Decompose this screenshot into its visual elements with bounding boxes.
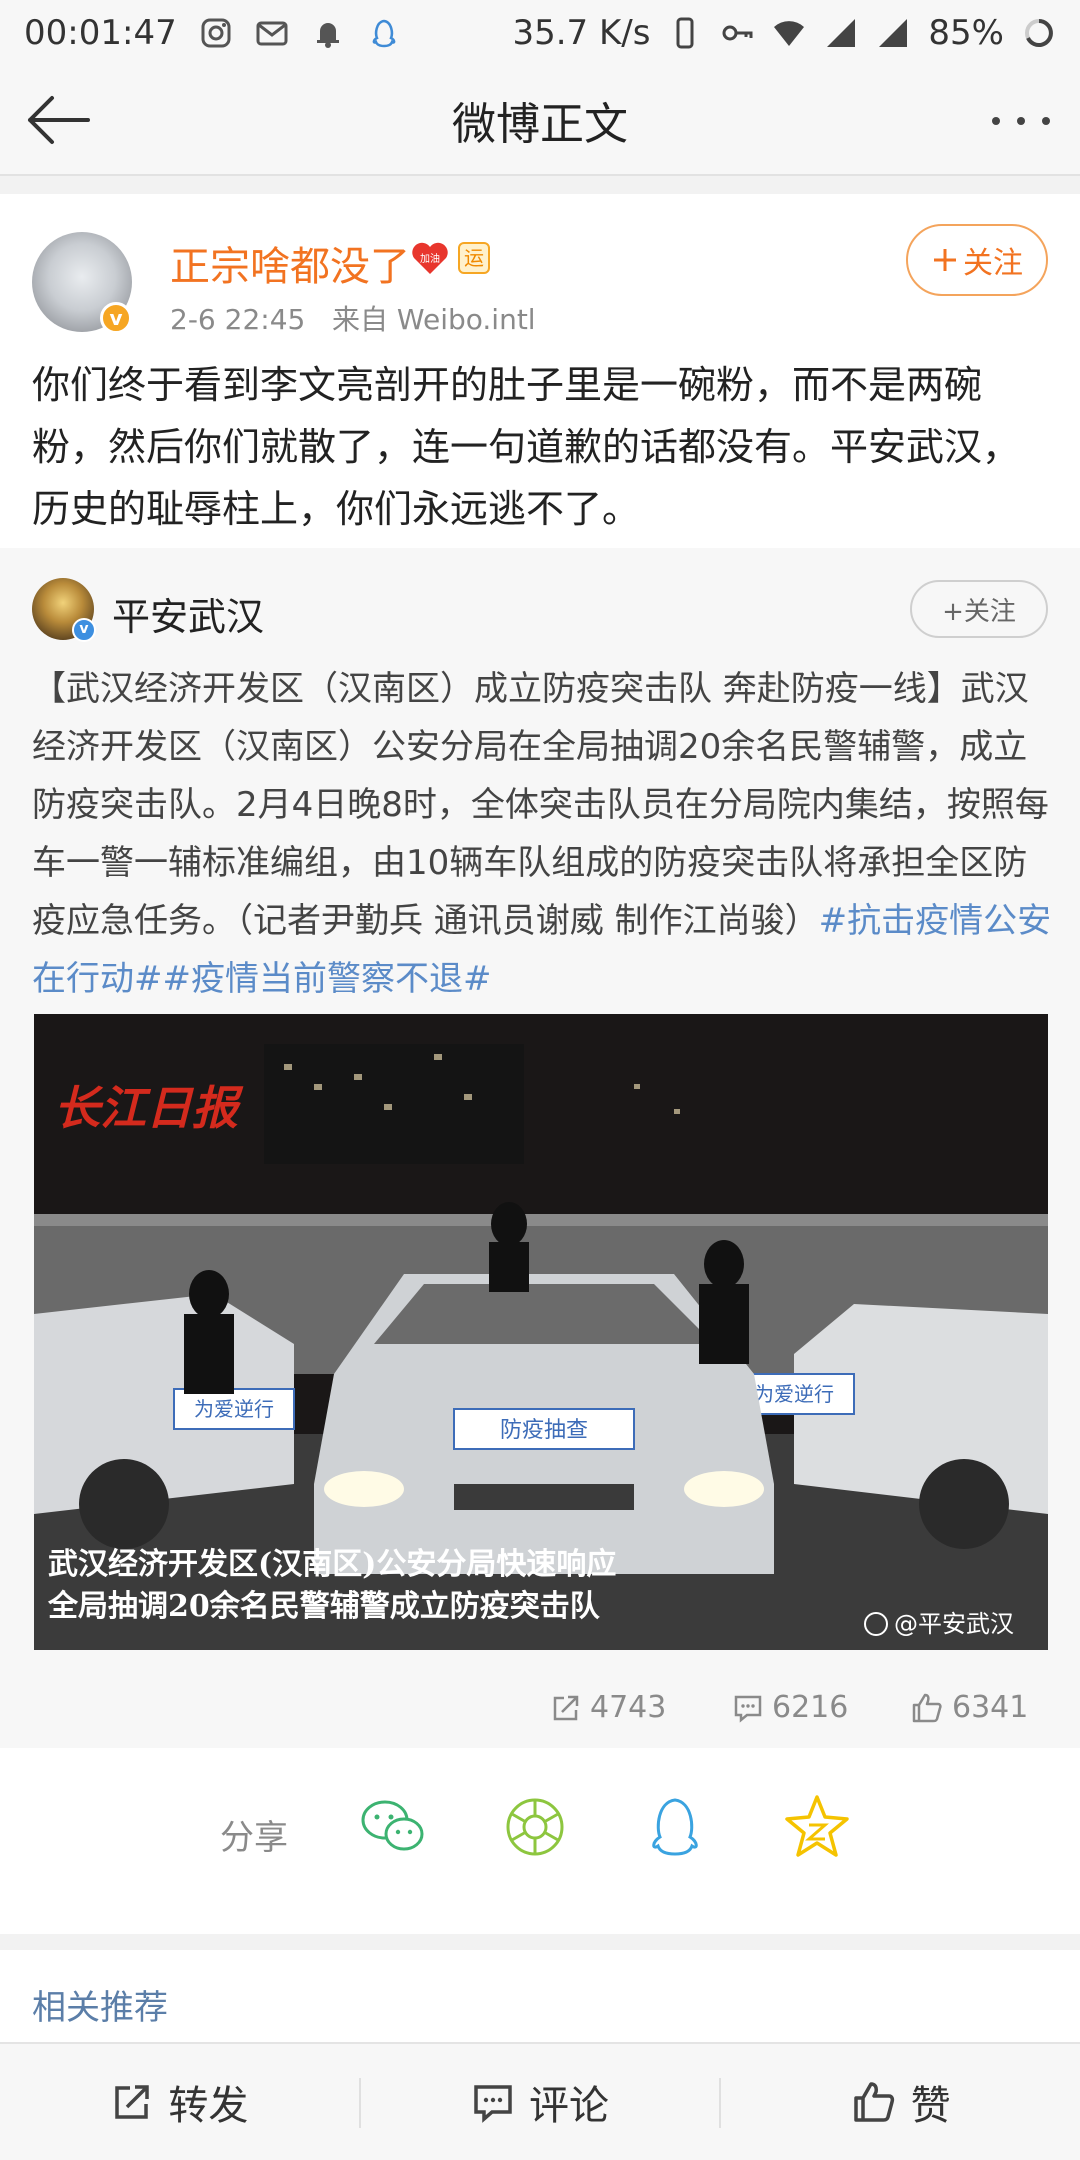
qq-icon xyxy=(372,19,396,48)
vpn-key-icon xyxy=(722,25,753,41)
thumbs-up-icon xyxy=(912,1693,942,1722)
repost-count[interactable]: 4743 xyxy=(550,1690,666,1725)
like-tab-label: 赞 xyxy=(910,2083,951,2129)
back-arrow-icon[interactable] xyxy=(24,90,94,150)
repost-username[interactable]: 平安武汉 xyxy=(112,586,264,641)
repost-stats: 4743 6216 6341 xyxy=(0,1680,1080,1740)
share-panel: 分享 xyxy=(0,1748,1080,1934)
instagram-icon xyxy=(201,18,231,48)
post-time: 2-6 22:45 xyxy=(170,303,306,336)
video-thumbnail[interactable]: 为爱逆行 为爱逆行 防疫抽查 长江日报 武汉经济开发区(汉南区)公安分局快速响应… xyxy=(34,1014,1048,1650)
like-count[interactable]: 6341 xyxy=(910,1690,1028,1725)
car-label-center: 防疫抽查 xyxy=(500,1418,588,1443)
like-count-value: 6341 xyxy=(952,1690,1029,1725)
plus-icon xyxy=(934,249,956,271)
car-label-left: 为爱逆行 xyxy=(194,1397,274,1421)
heart-badge-icon: 加油 xyxy=(412,242,448,274)
post-meta: 2-6 22:45 来自 Weibo.intl xyxy=(170,298,536,338)
comment-tab-label: 评论 xyxy=(529,2083,609,2129)
network-speed: 35.7 K/s xyxy=(512,13,651,53)
verified-badge-icon: v xyxy=(72,618,96,642)
repost-follow-button[interactable]: +关注 xyxy=(910,580,1048,638)
video-scene: 为爱逆行 为爱逆行 防疫抽查 长江日报 武汉经济开发区(汉南区)公安分局快速响应… xyxy=(34,1014,1048,1650)
comment-tab[interactable]: 评论 xyxy=(361,2044,720,2160)
battery-level: 85% xyxy=(928,13,1004,53)
newspaper-logo: 长江日报 xyxy=(54,1081,244,1135)
comment-count[interactable]: 6216 xyxy=(732,1690,848,1725)
follow-label: 关注 xyxy=(963,246,1023,281)
bottom-action-bar: 转发 评论 赞 xyxy=(0,2042,1080,2160)
moments-icon[interactable] xyxy=(500,1792,570,1862)
qzone-icon[interactable] xyxy=(782,1792,852,1862)
car-label-right: 为爱逆行 xyxy=(754,1382,834,1406)
comment-icon xyxy=(474,2085,512,2123)
like-tab[interactable]: 赞 xyxy=(721,2044,1080,2160)
comment-icon xyxy=(734,1695,762,1723)
thumbs-up-icon xyxy=(853,2082,894,2122)
signal-icon xyxy=(827,19,856,47)
video-caption-line2: 全局抽调20余名民警辅警成立防疫突击队 xyxy=(47,1589,601,1624)
post-text: 你们终于看到李文亮剖开的肚子里是一碗粉，而不是两碗粉，然后你们就散了，连一句道歉… xyxy=(32,363,1021,531)
video-caption-line1: 武汉经济开发区(汉南区)公安分局快速响应 xyxy=(48,1547,616,1582)
repost-count-value: 4743 xyxy=(590,1690,667,1725)
verified-badge-icon: v xyxy=(100,302,132,334)
heart-badge-text: 加油 xyxy=(420,252,440,265)
watermark: @平安武汉 xyxy=(894,1610,1014,1638)
post-source: 来自 Weibo.intl xyxy=(332,303,536,336)
follow-button[interactable]: 关注 xyxy=(906,224,1048,296)
repost-tab[interactable]: 转发 xyxy=(0,2044,359,2160)
bell-icon xyxy=(316,23,339,48)
repost-text: 【武汉经济开发区（汉南区）成立防疫突击队 奔赴防疫一线】武汉经济开发区（汉南区）… xyxy=(32,660,1052,1008)
battery-ring-icon xyxy=(1025,19,1053,47)
reposted-content[interactable]: v 平安武汉 +关注 【武汉经济开发区（汉南区）成立防疫突击队 奔赴防疫一线】武… xyxy=(0,548,1080,1748)
yun-badge: 运 xyxy=(458,242,490,274)
more-dots-icon[interactable] xyxy=(986,96,1056,146)
phone-icon xyxy=(676,17,694,49)
signal-icon xyxy=(879,19,908,47)
main-post: v 正宗啥都没了 加油 运 2-6 22:45 来自 Weibo.intl 关注… xyxy=(0,194,1080,548)
related-label[interactable]: 相关推荐 xyxy=(32,1980,168,2029)
wechat-icon[interactable] xyxy=(358,1792,428,1862)
repost-icon xyxy=(115,2085,150,2119)
share-label: 分享 xyxy=(220,1818,288,1858)
status-bar: 00:01:47 35.7 K/s 85% xyxy=(0,0,1080,66)
comment-count-value: 6216 xyxy=(772,1690,849,1725)
wifi-icon xyxy=(774,21,805,46)
status-time: 00:01:47 xyxy=(24,13,177,53)
nav-bar: 微博正文 xyxy=(0,66,1080,176)
share-icon xyxy=(553,1695,579,1720)
qq-share-icon[interactable] xyxy=(640,1792,710,1862)
post-username[interactable]: 正宗啥都没了 xyxy=(170,234,410,292)
repost-tab-label: 转发 xyxy=(168,2083,249,2129)
related-section: 相关推荐 xyxy=(0,1950,1080,2042)
gmail-icon xyxy=(256,21,288,46)
page-title: 微博正文 xyxy=(452,99,628,150)
